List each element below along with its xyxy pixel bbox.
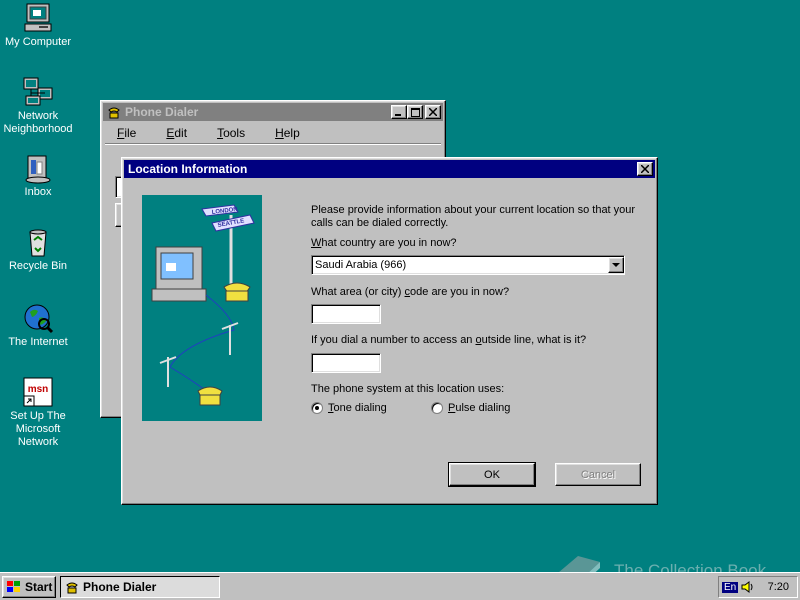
location-information-dialog: Location Information LONDON SEATTLE Plea… xyxy=(121,157,658,505)
desktop-icon-label: My Computer xyxy=(4,36,72,48)
tone-dialing-label: Tone dialing xyxy=(328,402,387,414)
inbox-icon xyxy=(25,155,51,184)
dialog-titlebar[interactable]: Location Information xyxy=(124,160,655,178)
desktop-icon-label: Inbox xyxy=(24,186,52,198)
recycle-bin-icon xyxy=(29,229,47,257)
maximize-icon xyxy=(410,107,420,117)
start-button[interactable]: Start xyxy=(2,576,56,598)
phone-system-label: The phone system at this location uses: xyxy=(311,383,505,395)
cancel-button[interactable]: Cancel xyxy=(555,463,641,486)
svg-text:msn: msn xyxy=(28,384,49,395)
speaker-icon[interactable] xyxy=(741,580,755,594)
pulse-dialing-radio[interactable]: Pulse dialing xyxy=(431,402,510,414)
desktop-icon-recycle-bin[interactable]: Recycle Bin xyxy=(0,226,76,273)
menu-file[interactable]: File xyxy=(107,126,146,140)
close-button[interactable] xyxy=(425,105,441,119)
country-select[interactable]: Saudi Arabia (966) xyxy=(311,255,625,275)
minimize-button[interactable] xyxy=(391,105,407,119)
taskbar-item-phone-dialer[interactable]: Phone Dialer xyxy=(60,576,220,598)
menu-separator xyxy=(105,143,441,145)
close-button[interactable] xyxy=(637,162,653,176)
taskbar: Start Phone Dialer En 7:20 xyxy=(0,572,800,600)
close-icon xyxy=(641,165,649,173)
start-label: Start xyxy=(25,580,53,594)
desktop-icon-label: The Internet xyxy=(8,336,68,348)
menu-help[interactable]: Help xyxy=(265,126,310,140)
area-code-input[interactable] xyxy=(311,304,381,324)
area-code-question-label: What area (or city) code are you in now? xyxy=(311,286,510,298)
desktop-icon-the-internet[interactable]: The Internet xyxy=(0,302,76,349)
menu-bar: File Edit Tools Help xyxy=(101,123,445,143)
location-illustration: LONDON SEATTLE xyxy=(142,195,262,421)
tone-radio-button[interactable] xyxy=(311,402,323,414)
outside-line-question-label: If you dial a number to access an outsid… xyxy=(311,334,587,346)
taskbar-item-label: Phone Dialer xyxy=(83,580,157,594)
minimize-icon xyxy=(395,114,401,116)
pulse-dialing-label: Pulse dialing xyxy=(448,402,511,414)
pulse-radio-button[interactable] xyxy=(431,402,443,414)
country-select-value: Saudi Arabia (966) xyxy=(315,259,407,271)
chevron-down-icon xyxy=(612,262,620,267)
computer-phone-illustration: LONDON SEATTLE xyxy=(151,204,255,406)
radio-selected-dot xyxy=(315,406,319,410)
maximize-button[interactable] xyxy=(407,105,423,119)
desktop-icon-inbox[interactable]: Inbox xyxy=(0,152,76,199)
close-icon xyxy=(429,108,437,116)
windows-logo-icon xyxy=(7,581,20,592)
outside-line-input[interactable] xyxy=(311,353,381,373)
desktop-icon-msn-setup[interactable]: msn Set Up The Microsoft Network xyxy=(0,376,76,449)
window-title: Phone Dialer xyxy=(125,105,199,119)
desktop-icon-label: Recycle Bin xyxy=(8,260,68,272)
desktop-icon-network-neighborhood[interactable]: Network Neighborhood xyxy=(0,76,76,136)
system-tray: En 7:20 xyxy=(718,576,798,598)
desktop-icon-my-computer[interactable]: My Computer xyxy=(0,2,76,49)
network-neighborhood-icon xyxy=(23,77,53,106)
dialog-title: Location Information xyxy=(128,162,248,176)
phone-icon xyxy=(66,582,78,594)
desktop-icon-label: Set Up The Microsoft Network xyxy=(10,410,66,448)
my-computer-icon xyxy=(24,3,52,32)
country-dropdown-button[interactable] xyxy=(608,257,624,273)
menu-edit[interactable]: Edit xyxy=(156,126,197,140)
country-question-label: What country are you in now? xyxy=(311,237,457,249)
ok-button[interactable]: OK xyxy=(448,462,536,487)
phone-icon xyxy=(108,107,120,119)
tone-dialing-radio[interactable]: Tone dialing xyxy=(311,402,387,414)
clock[interactable]: 7:20 xyxy=(768,581,789,593)
internet-globe-icon xyxy=(24,304,54,334)
msn-icon: msn xyxy=(23,377,53,407)
language-indicator[interactable]: En xyxy=(722,581,739,593)
intro-text: Please provide information about your cu… xyxy=(311,204,636,229)
menu-tools[interactable]: Tools xyxy=(207,126,255,140)
phone-dialer-titlebar[interactable]: Phone Dialer xyxy=(103,103,443,121)
desktop-icon-label: Network Neighborhood xyxy=(3,110,73,135)
